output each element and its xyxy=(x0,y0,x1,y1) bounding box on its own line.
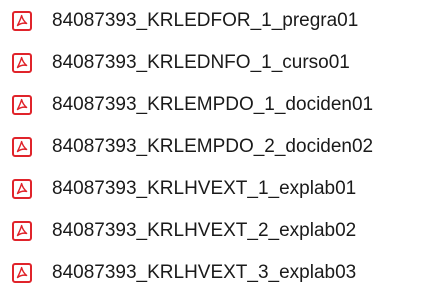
pdf-icon xyxy=(12,221,32,241)
pdf-icon xyxy=(12,11,32,31)
file-name: 84087393_KRLEMPDO_1_dociden01 xyxy=(52,94,374,115)
pdf-icon xyxy=(12,137,32,157)
file-name: 84087393_KRLHVEXT_1_explab01 xyxy=(52,178,357,199)
file-list: 84087393_KRLEDFOR_1_pregra01 84087393_KR… xyxy=(0,0,440,307)
file-item-curso01[interactable]: 84087393_KRLEDNFO_1_curso01 xyxy=(12,49,350,77)
file-item-pregra01[interactable]: 84087393_KRLEDFOR_1_pregra01 xyxy=(12,7,358,35)
file-item-dociden02[interactable]: 84087393_KRLEMPDO_2_dociden02 xyxy=(12,133,373,161)
pdf-icon xyxy=(12,53,32,73)
pdf-icon xyxy=(12,263,32,283)
pdf-icon xyxy=(12,95,32,115)
file-name: 84087393_KRLEDFOR_1_pregra01 xyxy=(52,10,359,31)
file-item-explab02[interactable]: 84087393_KRLHVEXT_2_explab02 xyxy=(12,217,356,245)
file-name: 84087393_KRLEMPDO_2_dociden02 xyxy=(52,136,374,157)
file-name: 84087393_KRLHVEXT_3_explab03 xyxy=(52,262,357,283)
file-item-dociden01[interactable]: 84087393_KRLEMPDO_1_dociden01 xyxy=(12,91,373,119)
file-name: 84087393_KRLHVEXT_2_explab02 xyxy=(52,220,357,241)
file-item-explab01[interactable]: 84087393_KRLHVEXT_1_explab01 xyxy=(12,175,356,203)
pdf-icon xyxy=(12,179,32,199)
file-item-explab03[interactable]: 84087393_KRLHVEXT_3_explab03 xyxy=(12,259,356,287)
file-name: 84087393_KRLEDNFO_1_curso01 xyxy=(52,52,350,73)
